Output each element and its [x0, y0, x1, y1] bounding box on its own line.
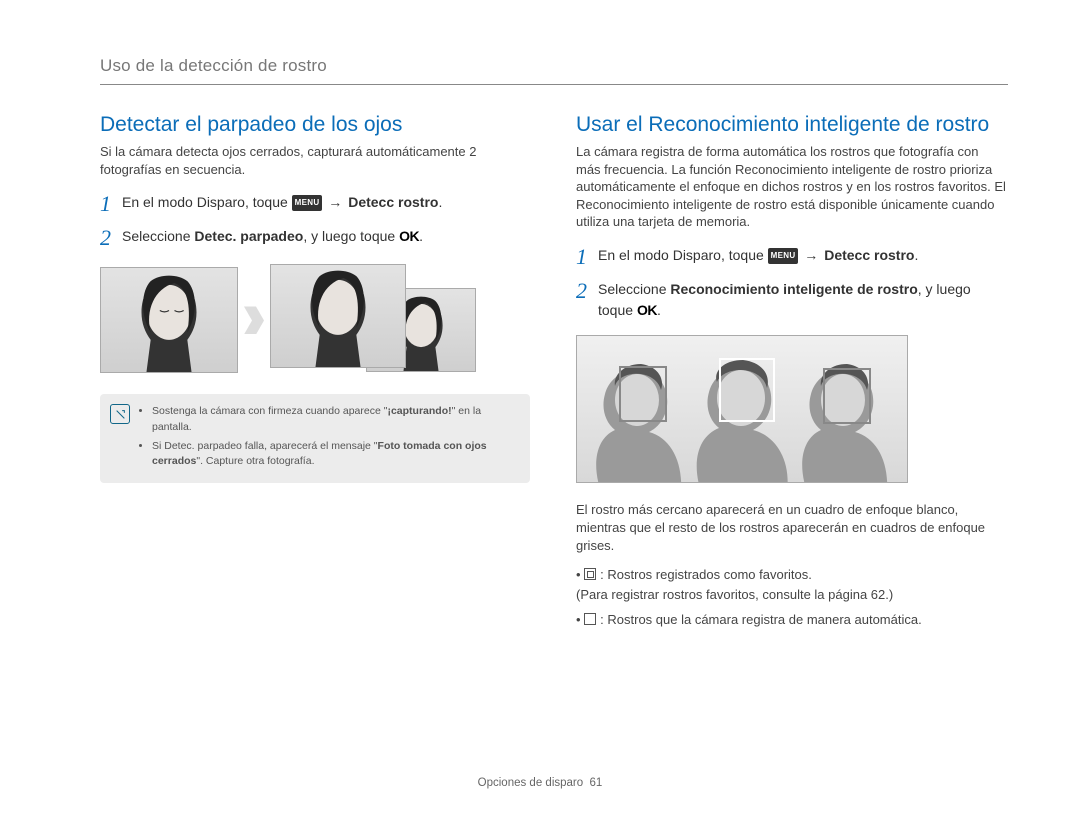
right-step-2: Seleccione Reconocimiento inteligente de…	[598, 279, 1006, 321]
step-number: 2	[576, 279, 598, 303]
right-description: El rostro más cercano aparecerá en un cu…	[576, 501, 1006, 556]
smart-face-figure	[576, 335, 908, 483]
square-icon	[584, 613, 596, 625]
blink-detection-figure	[100, 264, 530, 376]
note-bullet-2: Si Detec. parpadeo falla, aparecerá el m…	[152, 439, 518, 469]
note-box: Sostenga la cámara con firmeza cuando ap…	[100, 394, 530, 483]
step-number: 2	[100, 226, 122, 250]
left-intro: Si la cámara detecta ojos cerrados, capt…	[100, 143, 530, 178]
right-step-1: En el modo Disparo, toque MENU → Detecc …	[598, 245, 1006, 266]
left-section-title: Detectar el parpadeo de los ojos	[100, 113, 530, 137]
legend-auto: • : Rostros que la cámara registra de ma…	[576, 610, 1006, 630]
focus-frame-white-icon	[719, 358, 775, 422]
photo-eyes-closed	[100, 267, 238, 373]
ok-icon: OK	[637, 302, 657, 318]
breadcrumb: Uso de la detección de rostro	[100, 56, 1008, 76]
menu-icon: MENU	[768, 248, 799, 264]
right-intro: La cámara registra de forma automática l…	[576, 143, 1006, 231]
menu-icon: MENU	[292, 195, 323, 211]
ok-icon: OK	[399, 228, 419, 244]
note-icon	[110, 404, 130, 424]
page-footer: Opciones de disparo 61	[0, 777, 1080, 789]
double-square-icon	[584, 568, 596, 580]
face-silhouette-icon	[123, 272, 215, 373]
left-step-2: Seleccione Detec. parpadeo, y luego toqu…	[122, 226, 530, 247]
photo-result-front	[270, 264, 406, 368]
right-section-title: Usar el Reconocimiento inteligente de ro…	[576, 113, 1006, 137]
focus-frame-gray-icon	[619, 366, 667, 422]
legend-favorite: • : Rostros registrados como favoritos. …	[576, 565, 1006, 604]
left-step-1: En el modo Disparo, toque MENU → Detecc …	[122, 192, 530, 213]
focus-frame-gray-icon	[823, 368, 871, 424]
section-rule	[100, 84, 1008, 85]
step-number: 1	[576, 245, 598, 269]
arrow-icon	[244, 306, 264, 334]
step-number: 1	[100, 192, 122, 216]
note-bullet-1: Sostenga la cámara con firmeza cuando ap…	[152, 404, 518, 434]
